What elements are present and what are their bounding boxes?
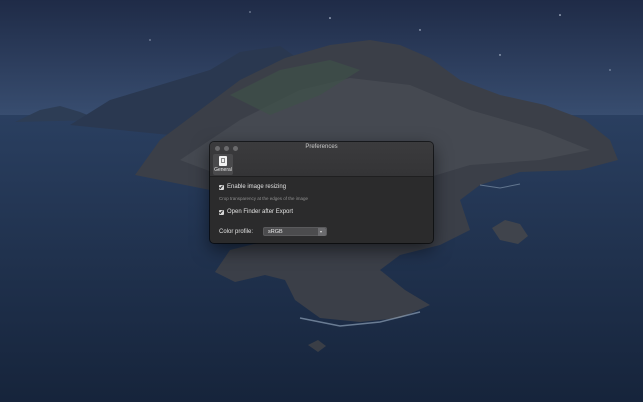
- tab-general[interactable]: General: [213, 154, 233, 175]
- tab-general-label: General: [214, 167, 232, 173]
- color-profile-select[interactable]: sRGB: [263, 227, 328, 236]
- window-title: Preferences: [305, 144, 338, 150]
- color-profile-value: sRGB: [268, 229, 283, 235]
- chevron-down-icon[interactable]: [318, 228, 327, 236]
- color-profile-row: Color profile: sRGB: [219, 227, 328, 236]
- preferences-window: Preferences General Enable image resizin…: [210, 142, 433, 243]
- open-finder-row[interactable]: Open Finder after Export: [219, 209, 293, 215]
- open-finder-label: Open Finder after Export: [227, 209, 294, 215]
- enable-resizing-checkbox[interactable]: [219, 184, 224, 190]
- enable-resizing-label: Enable image resizing: [227, 184, 287, 190]
- document-icon: [219, 156, 227, 166]
- window-toolbar: Preferences General: [210, 142, 433, 177]
- open-finder-checkbox[interactable]: [219, 209, 224, 215]
- crop-hint-text: Crop transparency at the edges of the im…: [219, 196, 309, 201]
- enable-resizing-row[interactable]: Enable image resizing: [219, 184, 286, 190]
- general-pane: Enable image resizing Crop transparency …: [210, 177, 433, 243]
- color-profile-label: Color profile:: [219, 228, 254, 235]
